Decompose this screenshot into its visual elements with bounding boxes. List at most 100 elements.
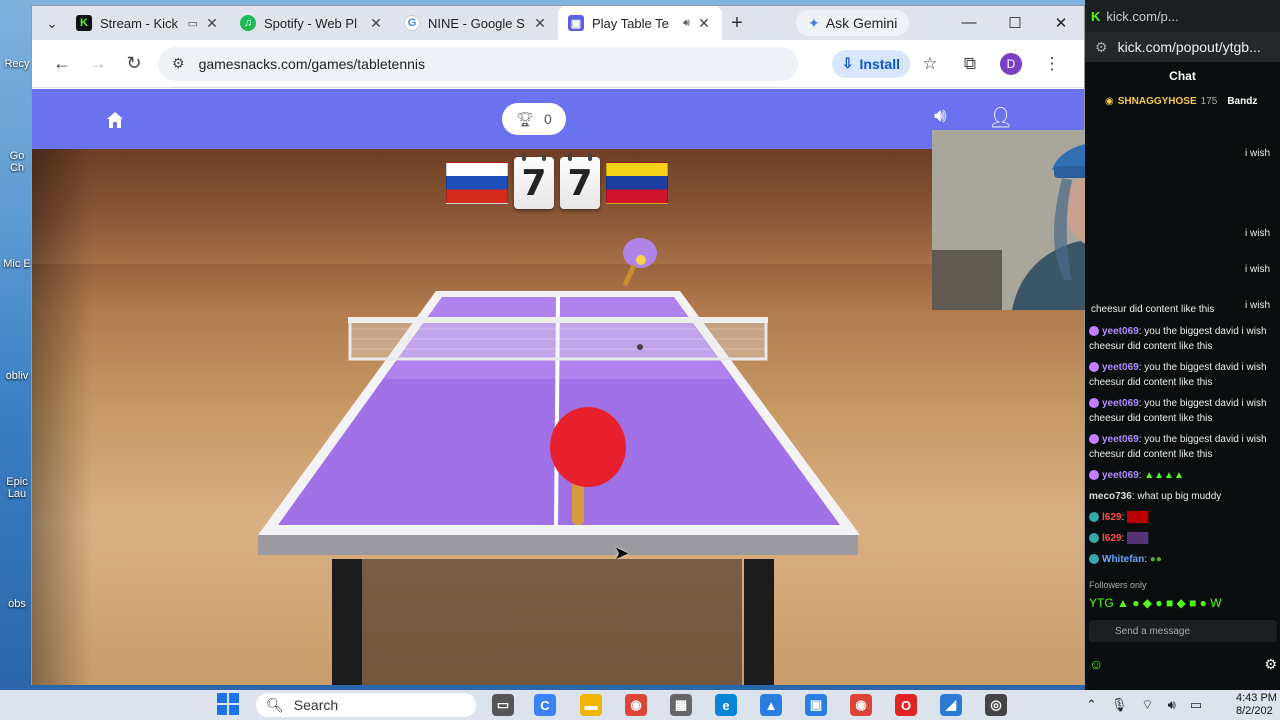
desktop-icon-epic-launcher[interactable]: Epic Lau [2,476,32,500]
chevron-up-icon[interactable]: ⌃ [1086,697,1097,713]
sub-badge-icon [1089,470,1099,481]
store-icon[interactable]: ▦ [670,694,692,716]
send-message-input[interactable]: Send a message [1089,620,1277,642]
ask-gemini-button[interactable]: ✦ Ask Gemini [796,10,910,36]
close-window-button[interactable]: ✕ [1038,14,1084,32]
maximize-button[interactable]: ☐ [992,14,1038,32]
minimize-button[interactable]: — [946,14,992,32]
tab-kick-stream[interactable]: K Stream - Kick ▭ ✕ [66,6,230,40]
kick-window-titlebar: K kick.com/p... [1085,0,1280,32]
back-button[interactable]: ← [44,53,80,74]
chat-settings-gear-icon[interactable]: ⚙ [1264,656,1277,673]
home-icon [107,112,123,128]
install-icon: ⇩ [841,55,854,71]
game-viewport[interactable]: 🏆︎ 0 🔊︎ 👤︎ 7 7 ➤ [32,89,1084,685]
extensions-icon[interactable]: ⧉ [950,54,990,74]
tab-google-search[interactable]: G NINE - Google S ✕ [394,6,558,40]
speaker-icon[interactable]: 🔊︎ [683,17,690,30]
task-view-icon[interactable]: ▭ [492,694,514,716]
desktop-icon-obs[interactable]: obs [2,598,32,610]
remote-desktop-icon[interactable]: ▣ [805,694,827,716]
followers-only-label: Followers only [1089,580,1147,590]
tab-spotify[interactable]: ♫ Spotify - Web Pl ✕ [230,6,394,40]
install-app-button[interactable]: ⇩ Install [831,49,910,78]
opponent-score-card: 7 [560,153,600,209]
tab-table-tennis[interactable]: ▣ Play Table Te 🔊︎ ✕ [558,6,722,40]
close-tab-icon[interactable]: ✕ [368,15,384,32]
chrome-icon[interactable]: ◉ [625,694,647,716]
forward-button[interactable]: → [80,53,116,74]
emote-icon: ███ [1127,533,1149,544]
obs-icon[interactable]: ◎ [985,694,1007,716]
wifi-icon[interactable]: ⌔ [1141,697,1153,713]
file-explorer-icon[interactable]: ▬ [580,694,602,716]
bookmark-star-icon[interactable]: ☆ [910,54,950,74]
plus-icon: + [731,11,743,34]
trophy-score-pill: 🏆︎ 0 [502,103,566,135]
user-icon: 👤︎ [988,107,1014,129]
desktop-icon-microsoft-edge[interactable]: Mic E [2,258,32,270]
copilot-icon[interactable]: C [534,694,556,716]
microphone-icon[interactable]: 🎙︎ [1111,697,1128,713]
tab-search-dropdown[interactable]: ⌄ [38,10,66,36]
site-info-icon: ⚙ [1095,38,1108,55]
emoji-picker-icon[interactable]: ☺ [1089,656,1103,673]
emote-icon: ▲▲▲▲ [1144,470,1184,481]
desktop-icon-recycle[interactable]: Recy [2,58,32,70]
volume-icon[interactable]: 🔊︎ [1168,697,1176,713]
chat-message: l629: ███ [1089,510,1279,525]
emote-bar[interactable]: YTG ▲ ● ◆ ● ■ ◆ ■ ● W [1089,596,1222,610]
close-tab-icon[interactable]: ✕ [696,15,712,32]
chat-toolbar: ☺ ⚙ [1089,656,1277,673]
chat-message: yeet069: ▲▲▲▲ [1089,468,1279,483]
site-info-icon[interactable]: ⚙ [172,55,185,72]
chat-message: l629: ███ [1089,531,1279,546]
sub-badge-icon [1089,554,1099,565]
home-button[interactable] [98,103,132,137]
kick-url-bar[interactable]: ⚙ kick.com/popout/ytgb... [1085,32,1280,62]
speaker-icon: 🔊︎ [934,105,947,127]
taskbar-clock[interactable]: 4:43 PM 8/2/202 [1236,692,1277,718]
new-tab-button[interactable]: + [722,12,752,35]
windows-start-icon[interactable] [216,692,240,716]
google-favicon-icon: G [404,15,420,31]
photos-icon[interactable]: ▲ [760,694,782,716]
taskbar-search-input[interactable]: 🔍︎ Search [256,693,476,717]
search-icon: 🔍︎ [266,696,284,713]
close-tab-icon[interactable]: ✕ [532,15,548,32]
chevron-down-icon: ⌄ [46,14,58,31]
pepe-emote-icon: ●● [1149,554,1162,565]
browser-window: ⌄ K Stream - Kick ▭ ✕ ♫ Spotify - Web Pl… [31,5,1085,685]
chat-title: Chat [1169,69,1196,83]
opera-icon[interactable]: O [895,694,917,716]
profile-avatar[interactable]: D [1000,52,1022,75]
system-tray: ⌃ 🎙︎ ⌔ 🔊︎ ▭ [1086,690,1202,720]
table-tennis-scene[interactable]: 7 7 ➤ [32,149,1084,685]
scoreboard: 7 7 [446,153,668,209]
app-icon[interactable]: ◢ [940,694,962,716]
kick-favicon-icon: K [76,15,92,31]
game-top-bar: 🏆︎ 0 🔊︎ 👤︎ [32,89,1084,149]
close-tab-icon[interactable]: ✕ [204,15,220,32]
screen-share-icon: ▭ [187,17,198,30]
trophy-icon: 🏆︎ [516,110,534,127]
chat-messages: yeet069: you the biggest david i wish ch… [1089,324,1279,573]
ping-pong-table-graphic [258,238,860,685]
chrome-profile-icon[interactable]: ◉ [850,694,872,716]
tab-strip: ⌄ K Stream - Kick ▭ ✕ ♫ Spotify - Web Pl… [32,6,1084,40]
sound-toggle-button[interactable]: 🔊︎ [934,105,947,128]
kick-chat-window: K kick.com/p... ⚙ kick.com/popout/ytgb..… [1085,0,1280,690]
reload-button[interactable]: ↻ [116,53,152,74]
desktop-icon-google-chrome[interactable]: Go Ch [2,150,32,174]
chat-message: yeet069: you the biggest david i wish ch… [1089,326,1267,352]
battery-icon[interactable]: ▭ [1190,697,1202,713]
url-input[interactable]: ⚙ gamesnacks.com/games/tabletennis [158,46,798,81]
player-score-card: 7 [514,153,554,209]
menu-kebab-icon[interactable]: ⋮ [1032,54,1072,74]
edge-icon[interactable]: e [715,694,737,716]
sub-badge-icon [1089,398,1099,409]
desktop-icon-oblivion[interactable]: obliv [2,370,32,382]
sub-badge-icon [1089,512,1099,523]
chat-message: yeet069: you the biggest david i wish ch… [1089,362,1267,388]
account-button[interactable]: 👤︎ [988,105,1013,130]
